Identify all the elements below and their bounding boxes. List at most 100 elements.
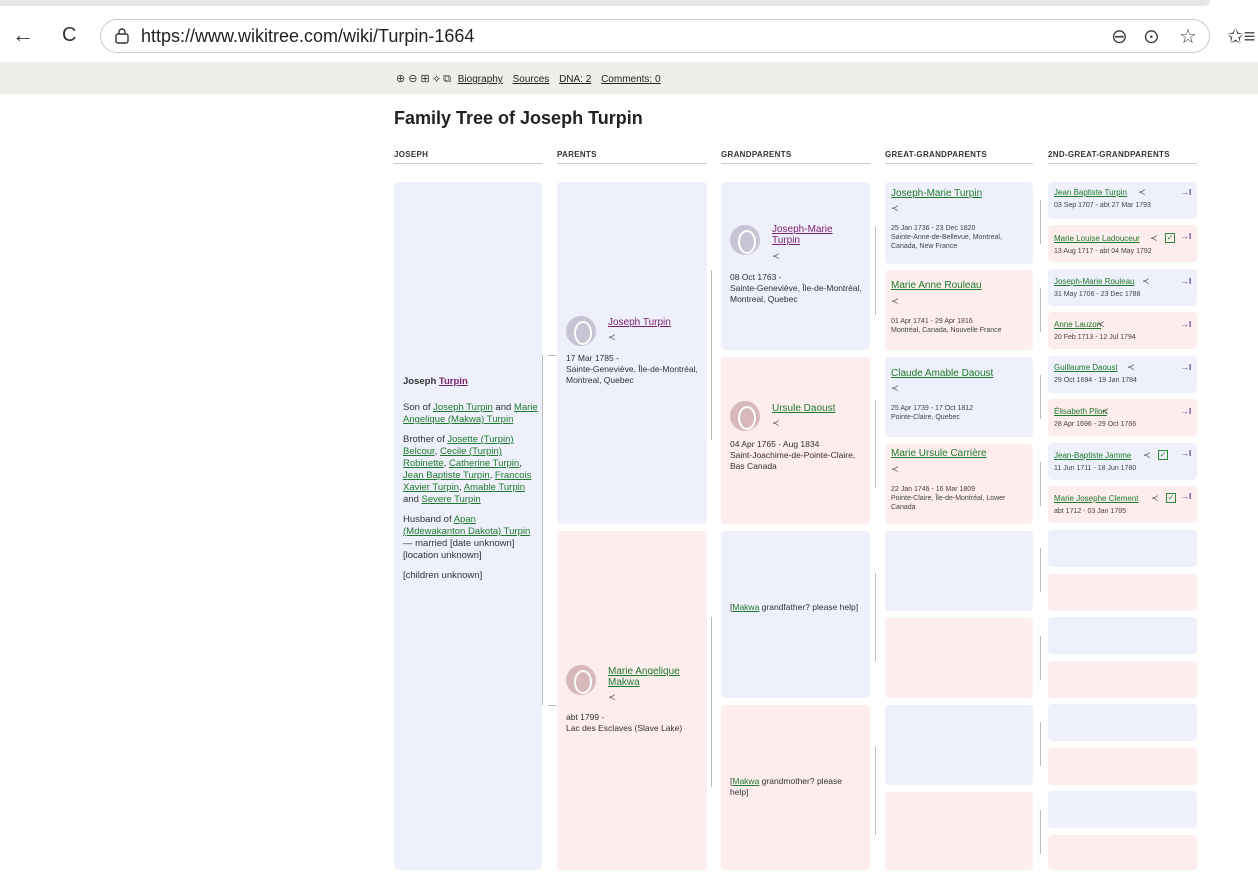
makwa-link[interactable]: Makwa xyxy=(732,776,759,786)
great-grandparent-name-link[interactable]: Claude Amable Daoust xyxy=(891,368,993,379)
expand-arrow-icon[interactable]: →I xyxy=(1181,277,1191,286)
verified-check-icon: ✓ xyxy=(1166,493,1176,503)
expand-arrow-icon[interactable]: →I xyxy=(1181,407,1191,416)
ggg-name-link[interactable]: Jean Baptiste Turpin xyxy=(1054,188,1127,197)
grandparent-birth-place: Saint-Joachime-de-Pointe-Claire, Bas Can… xyxy=(730,450,856,471)
share-icon[interactable]: ≺ xyxy=(891,464,899,475)
ggg-name-link[interactable]: Jean-Baptiste Jamme xyxy=(1054,451,1131,460)
share-icon[interactable]: ≺ xyxy=(1151,493,1159,504)
makwa-link[interactable]: Makwa xyxy=(732,602,759,612)
expand-arrow-icon[interactable]: →I xyxy=(1181,492,1191,501)
ggg-card-empty xyxy=(1048,748,1197,785)
avatar-female-icon xyxy=(566,665,596,695)
expand-arrow-icon[interactable]: →I xyxy=(1181,232,1191,241)
page-title: Family Tree of Joseph Turpin xyxy=(394,108,643,128)
avatar-male-icon xyxy=(566,316,596,346)
share-icon[interactable]: ≺ xyxy=(891,296,899,307)
reload-icon[interactable]: C xyxy=(62,22,76,48)
connector-line xyxy=(875,400,876,488)
share-icon[interactable]: ≺ xyxy=(1150,233,1158,244)
comments-link[interactable]: Comments: 0 xyxy=(601,74,660,85)
share-icon[interactable]: ≺ xyxy=(891,383,899,394)
sibling-link[interactable]: Jean Baptiste Turpin xyxy=(403,470,490,481)
expand-arrow-icon[interactable]: →I xyxy=(1181,449,1191,458)
sibling-link[interactable]: Amable Turpin xyxy=(464,482,525,493)
place: Pointe-Claire, Quebec xyxy=(891,414,960,421)
zoom-icon[interactable]: ⊖ xyxy=(1111,24,1128,49)
ggg-card-empty xyxy=(1048,530,1197,567)
share-icon[interactable]: ≺ xyxy=(1101,406,1109,417)
joseph-info: Joseph Turpin Son of Joseph Turpin and M… xyxy=(403,376,539,582)
father-link[interactable]: Joseph Turpin xyxy=(433,402,493,413)
sources-link[interactable]: Sources xyxy=(513,74,550,85)
ggg-dates: 20 Feb 1713 - 12 Jul 1794 xyxy=(1054,334,1136,341)
ggg-name-link[interactable]: Marie Josephe Clement xyxy=(1054,494,1138,503)
mother-name-link[interactable]: Marie Angelique Makwa xyxy=(608,666,698,688)
father-details: 17 Mar 1785 - Sainte-Geneviève, Île-de-Mo… xyxy=(566,353,701,386)
joseph-surname-link[interactable]: Turpin xyxy=(439,376,468,387)
sibling-link[interactable]: Severe Turpin xyxy=(422,494,481,505)
expand-arrow-icon[interactable]: →I xyxy=(1181,363,1191,372)
back-icon[interactable]: ← xyxy=(12,22,34,48)
share-icon[interactable]: ≺ xyxy=(608,692,616,703)
expand-arrow-icon[interactable]: →I xyxy=(1181,188,1191,197)
ggg-card xyxy=(1048,486,1197,523)
share-icon[interactable]: ≺ xyxy=(608,332,616,343)
connector-line xyxy=(548,355,556,356)
avatar-female-icon xyxy=(730,401,760,431)
favorites-bar-icon[interactable]: ✩≡ xyxy=(1227,24,1255,49)
biography-link[interactable]: Biography xyxy=(458,74,503,85)
grandparent-name-link[interactable]: Joseph-Marie Turpin xyxy=(772,224,862,246)
dna-link[interactable]: DNA: 2 xyxy=(559,74,591,85)
share-icon[interactable]: ≺ xyxy=(772,418,780,429)
ggg-name-link[interactable]: Marie Louise Ladouceur xyxy=(1054,234,1140,243)
dates: 22 Jan 1746 - 16 Mar 1809 xyxy=(891,486,976,493)
connector-line xyxy=(1040,636,1041,680)
ggg-card xyxy=(1048,399,1197,436)
share-icon[interactable]: ≺ xyxy=(772,251,780,262)
father-name-link[interactable]: Joseph Turpin xyxy=(608,317,671,328)
grandparent-name-link[interactable]: Ursule Daoust xyxy=(772,403,835,414)
mother-birth-place: Lac des Esclaves (Slave Lake) xyxy=(566,723,683,733)
share-icon[interactable]: ≺ xyxy=(891,203,899,214)
ggg-name-link[interactable]: Anne Lauzon xyxy=(1054,320,1101,329)
grandparent-birth-date: 08 Oct 1763 - xyxy=(730,272,782,282)
sibling-link[interactable]: Catherine Turpin xyxy=(449,458,519,469)
share-icon[interactable]: ≺ xyxy=(1127,362,1135,373)
great-grandparent-details: 01 Apr 1741 - 29 Apr 1816 Montréal, Canad… xyxy=(891,317,1029,335)
connector-line xyxy=(1040,810,1041,854)
unknown-grandmother-text: [Makwa grandmother? please help] xyxy=(730,776,860,798)
column-header-grandparents: GRANDPARENTS xyxy=(721,150,870,164)
ggg-name-link[interactable]: Guillaume Daoust xyxy=(1054,363,1118,372)
favorite-star-icon[interactable]: ☆ xyxy=(1179,24,1197,49)
connector-line xyxy=(548,705,556,706)
great-grandparent-name-link[interactable]: Joseph-Marie Turpin xyxy=(891,188,982,199)
connector-line xyxy=(875,747,876,835)
expand-arrow-icon[interactable]: →I xyxy=(1181,320,1191,329)
more-icon[interactable]: ⊙ xyxy=(1143,24,1160,49)
avatar-male-icon xyxy=(730,225,760,255)
verified-check-icon: ✓ xyxy=(1158,450,1168,460)
ggg-dates: 11 Jun 1711 - 18 Jun 1780 xyxy=(1054,465,1137,472)
ggg-name-link[interactable]: Élisabeth Pilon xyxy=(1054,407,1107,416)
url-text[interactable]: https://www.wikitree.com/wiki/Turpin-166… xyxy=(141,26,474,47)
share-icon[interactable]: ≺ xyxy=(1143,450,1151,461)
ggg-name-link[interactable]: Joseph-Marie Rouleau xyxy=(1054,277,1135,286)
great-grandparent-card-empty xyxy=(885,531,1033,611)
great-grandparent-details: 22 Jan 1746 - 16 Mar 1809 Pointe-Claire, … xyxy=(891,485,1029,512)
address-bar[interactable]: https://www.wikitree.com/wiki/Turpin-166… xyxy=(100,19,1210,53)
grandparent-card-unknown xyxy=(721,531,870,698)
son-of-label: Son of xyxy=(403,402,434,413)
share-icon[interactable]: ≺ xyxy=(1142,276,1150,287)
great-grandparent-name-link[interactable]: Marie Anne Rouleau xyxy=(891,280,982,291)
mother-birth-date: abt 1799 - xyxy=(566,712,605,722)
great-grandparent-name-link[interactable]: Marie Ursule Carrière xyxy=(891,448,987,459)
share-icon[interactable]: ≺ xyxy=(1097,319,1105,330)
share-icon[interactable]: ≺ xyxy=(1138,187,1146,198)
connector-line xyxy=(1040,462,1041,506)
grandparent-card xyxy=(721,182,870,350)
and-label: and xyxy=(492,402,514,413)
toolbar-icons[interactable]: ⊕ ⊖ ⊞ ⟡ ⧉ xyxy=(396,73,451,85)
great-grandparent-details: 25 Jan 1736 - 23 Dec 1820 Sainte-Anne-de-… xyxy=(891,224,1029,251)
lock-icon[interactable] xyxy=(115,28,129,44)
